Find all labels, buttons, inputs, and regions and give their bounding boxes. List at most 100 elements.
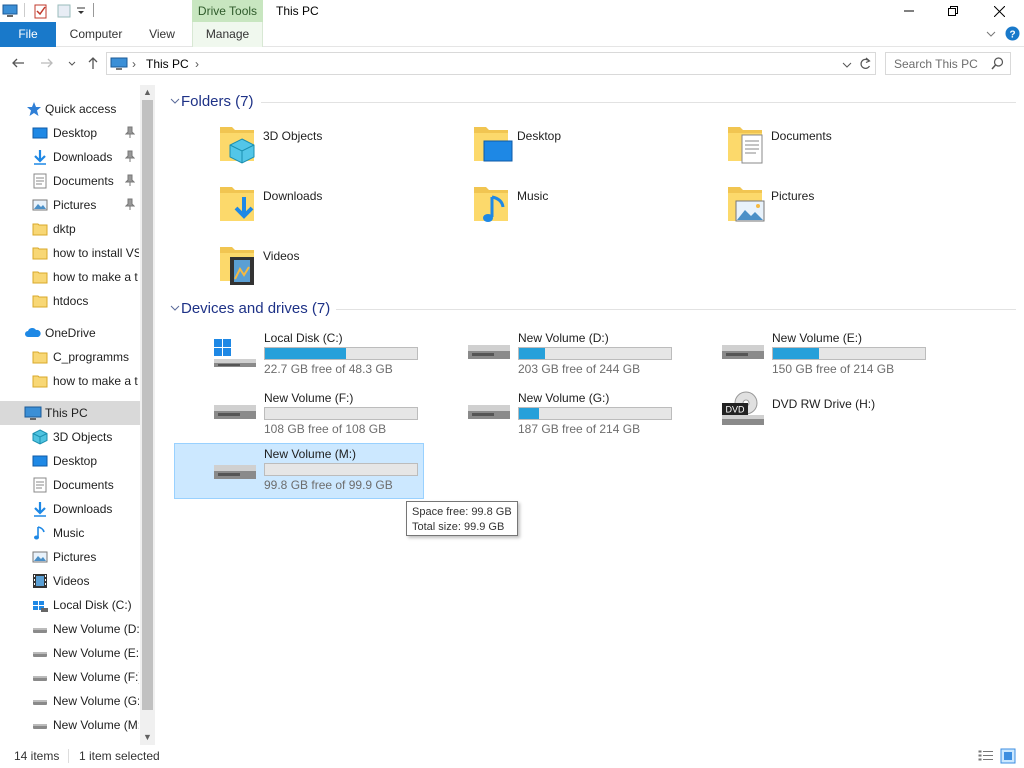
restore-button[interactable] — [930, 0, 976, 22]
drive-g[interactable]: New Volume (G:) 187 GB free of 214 GB — [428, 387, 678, 443]
folder-music[interactable]: Music — [472, 181, 712, 237]
sidebar-item-3d-objects[interactable]: 3D Objects — [0, 425, 140, 449]
folder-documents[interactable]: Documents — [726, 121, 966, 177]
tab-manage[interactable]: Manage — [192, 22, 263, 47]
sidebar-item-downloads[interactable]: Downloads — [0, 145, 140, 169]
drive-free-space: 150 GB free of 214 GB — [772, 362, 895, 376]
drive-f[interactable]: New Volume (F:) 108 GB free of 108 GB — [174, 387, 424, 443]
sidebar-item-onedrive[interactable]: OneDrive — [0, 321, 140, 345]
chevron-down-icon[interactable] — [169, 95, 181, 107]
forward-button[interactable] — [39, 55, 55, 71]
sidebar-item-new-volume-d[interactable]: New Volume (D: — [0, 617, 140, 641]
address-dropdown-icon[interactable] — [842, 59, 852, 73]
sidebar-item-music[interactable]: Music — [0, 521, 140, 545]
downloads-icon — [32, 501, 48, 517]
downloads-icon — [218, 181, 260, 230]
sidebar-item-new-volume-f[interactable]: New Volume (F:) — [0, 665, 140, 689]
search-icon[interactable] — [991, 57, 1004, 73]
devices-group-header[interactable]: Devices and drives (7) — [166, 298, 1016, 320]
sidebar-item-documents-pc[interactable]: Documents — [0, 473, 140, 497]
sidebar-label: dktp — [53, 222, 76, 236]
tab-computer[interactable]: Computer — [62, 22, 130, 47]
music-icon — [472, 181, 514, 230]
folder-icon — [32, 245, 48, 261]
properties-icon[interactable] — [33, 3, 49, 19]
recent-locations-button[interactable] — [64, 55, 80, 71]
windows-drive-icon — [32, 597, 48, 613]
folder-pictures[interactable]: Pictures — [726, 181, 966, 237]
drive-h-dvd[interactable]: DVD DVD RW Drive (H:) — [682, 387, 932, 443]
sidebar-item-downloads-pc[interactable]: Downloads — [0, 497, 140, 521]
pin-icon[interactable] — [124, 150, 136, 162]
details-view-icon[interactable] — [978, 749, 994, 766]
chevron-down-icon[interactable] — [169, 302, 181, 314]
drive-c[interactable]: Local Disk (C:) 22.7 GB free of 48.3 GB — [174, 327, 424, 383]
breadcrumb-separator-icon[interactable]: › — [132, 57, 136, 71]
star-icon — [26, 101, 42, 117]
sidebar-item-desktop-pc[interactable]: Desktop — [0, 449, 140, 473]
address-bar[interactable]: › This PC › — [106, 52, 876, 75]
pin-icon[interactable] — [124, 198, 136, 210]
pin-icon[interactable] — [124, 126, 136, 138]
group-divider — [336, 309, 1016, 310]
cloud-icon — [24, 325, 41, 341]
sidebar-item-new-volume-e[interactable]: New Volume (E: — [0, 641, 140, 665]
breadcrumb-this-pc[interactable]: This PC — [146, 57, 189, 71]
sidebar-scrollbar-thumb[interactable] — [142, 100, 153, 710]
drive-free-space: 203 GB free of 244 GB — [518, 362, 641, 376]
sidebar-item-how-to-make-onedrive[interactable]: how to make a t — [0, 369, 140, 393]
sidebar-label: Documents — [53, 478, 114, 492]
drive-name: DVD RW Drive (H:) — [772, 397, 876, 411]
folder-videos[interactable]: Videos — [218, 241, 458, 297]
sidebar-item-new-volume-m[interactable]: New Volume (M: — [0, 713, 140, 737]
large-icons-view-icon[interactable] — [1000, 748, 1016, 767]
sidebar-item-pictures-pc[interactable]: Pictures — [0, 545, 140, 569]
documents-icon — [32, 173, 48, 189]
tab-view[interactable]: View — [140, 22, 184, 47]
breadcrumb-separator-icon[interactable]: › — [195, 57, 199, 71]
drive-d[interactable]: New Volume (D:) 203 GB free of 244 GB — [428, 327, 678, 383]
drive-e[interactable]: New Volume (E:) 150 GB free of 214 GB — [682, 327, 932, 383]
sidebar-label: OneDrive — [45, 326, 96, 340]
sidebar-item-documents[interactable]: Documents — [0, 169, 140, 193]
drive-icon — [212, 461, 258, 488]
sidebar-item-this-pc[interactable]: This PC — [0, 401, 140, 425]
drive-tools-context-tab: Drive Tools — [192, 0, 263, 22]
close-button[interactable] — [976, 0, 1022, 22]
sidebar-item-quick-access[interactable]: Quick access — [0, 97, 140, 121]
desktop-icon — [32, 453, 48, 469]
sidebar-item-videos[interactable]: Videos — [0, 569, 140, 593]
expand-ribbon-icon[interactable] — [986, 28, 996, 42]
scroll-up-icon[interactable]: ▲ — [140, 85, 155, 100]
drive-m[interactable]: New Volume (M:) 99.8 GB free of 99.9 GB — [174, 443, 424, 499]
sidebar-item-how-to-install-vs[interactable]: how to install VS — [0, 241, 140, 265]
sidebar-item-htdocs[interactable]: htdocs — [0, 289, 140, 313]
scroll-down-icon[interactable]: ▼ — [140, 730, 155, 745]
drive-icon — [212, 401, 258, 428]
folder-3d-objects[interactable]: 3D Objects — [218, 121, 458, 177]
sidebar-item-desktop[interactable]: Desktop — [0, 121, 140, 145]
music-icon — [32, 525, 48, 541]
back-button[interactable] — [10, 55, 26, 71]
help-icon[interactable]: ? — [1005, 26, 1020, 44]
folders-group-header[interactable]: Folders (7) — [166, 91, 1016, 113]
folder-desktop[interactable]: Desktop — [472, 121, 712, 177]
drive-icon — [32, 693, 48, 709]
pictures-icon — [32, 197, 48, 213]
sidebar-item-how-to-make[interactable]: how to make a t — [0, 265, 140, 289]
customize-quick-access-icon[interactable] — [76, 3, 92, 19]
refresh-icon[interactable] — [859, 57, 871, 74]
tab-file[interactable]: File — [0, 22, 56, 47]
up-button[interactable] — [85, 55, 101, 71]
folder-downloads[interactable]: Downloads — [218, 181, 458, 237]
minimize-button[interactable] — [886, 0, 932, 22]
sidebar-item-c-programms[interactable]: C_programms — [0, 345, 140, 369]
sidebar-item-pictures[interactable]: Pictures — [0, 193, 140, 217]
sidebar-item-local-disk-c[interactable]: Local Disk (C:) — [0, 593, 140, 617]
search-box[interactable]: Search This PC — [885, 52, 1011, 75]
sidebar-item-new-volume-g[interactable]: New Volume (G: — [0, 689, 140, 713]
sidebar-item-dktp[interactable]: dktp — [0, 217, 140, 241]
tooltip-total-size: Total size: 99.9 GB — [412, 521, 505, 533]
new-folder-icon[interactable] — [56, 3, 72, 19]
pin-icon[interactable] — [124, 174, 136, 186]
